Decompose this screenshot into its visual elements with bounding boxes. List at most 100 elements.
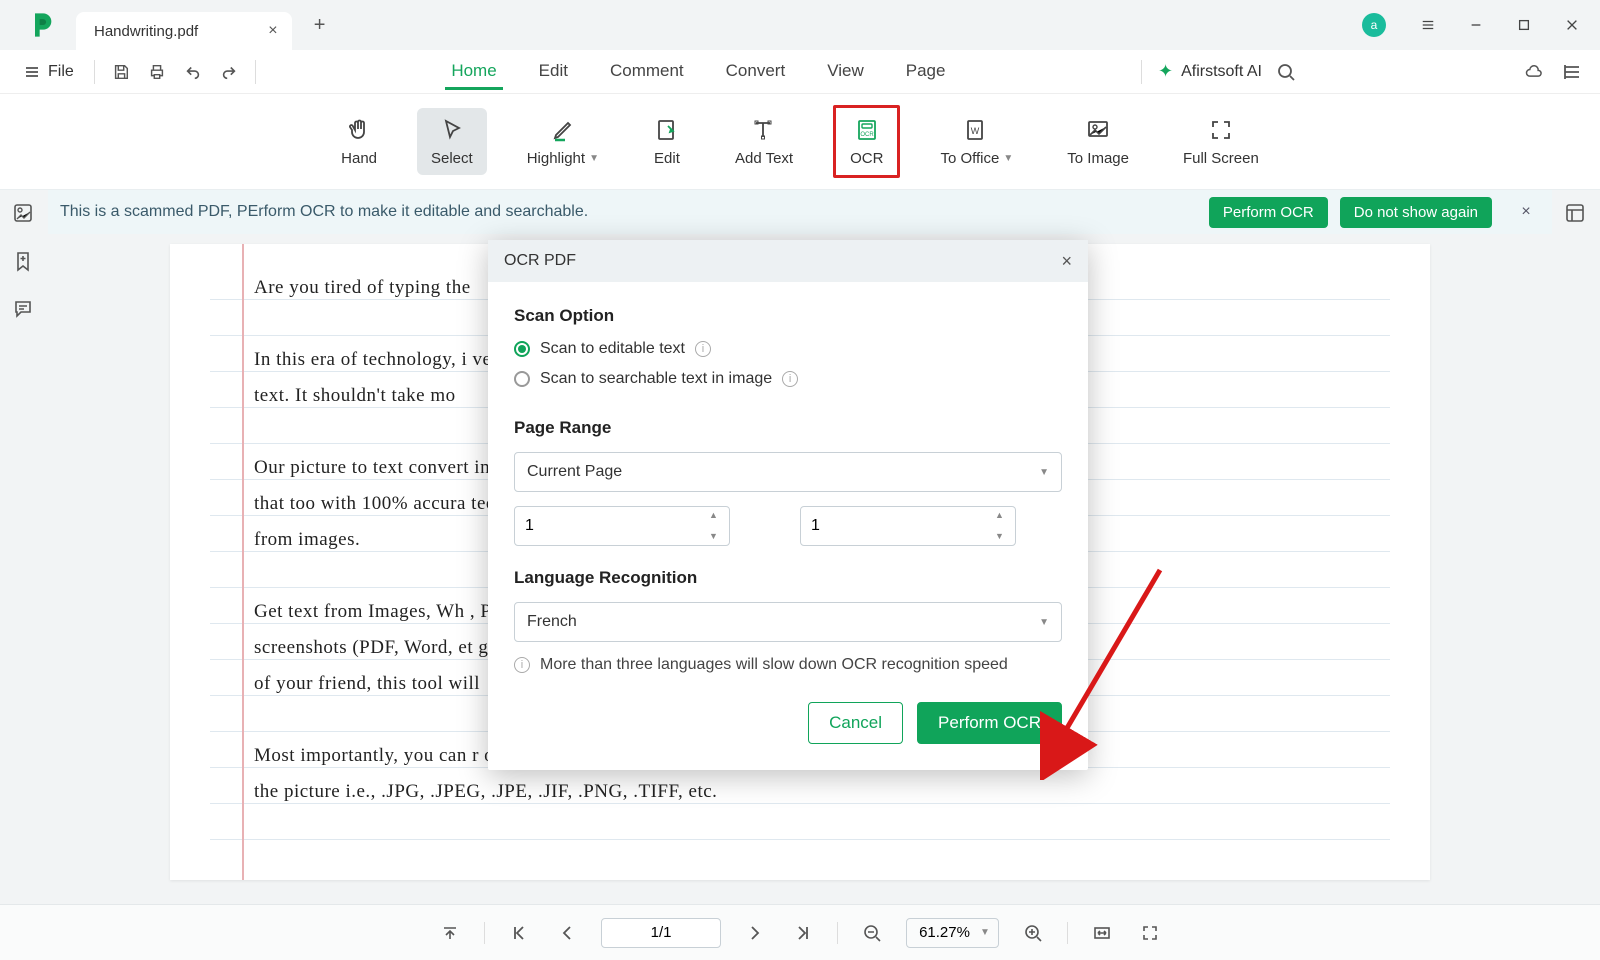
page-number-input[interactable] [601,918,721,948]
ai-button[interactable]: ✦ Afirstsoft AI [1158,61,1262,82]
menu-comment[interactable]: Comment [604,53,690,90]
save-button[interactable] [105,56,137,88]
dialog-header: OCR PDF × [488,240,1088,282]
tool-edit[interactable]: Edit [639,108,695,175]
range-from-spinner[interactable]: ▲▼ [514,506,730,546]
statusbar: 61.27%▼ [0,904,1600,960]
svg-text:W: W [971,126,980,136]
hamburger-menu-button[interactable] [1404,9,1452,41]
panel-toggle-button[interactable] [1558,58,1586,86]
spin-up-icon[interactable]: ▲ [709,511,723,520]
next-page-icon[interactable] [741,919,769,947]
print-button[interactable] [141,56,173,88]
spin-down-icon[interactable]: ▼ [995,532,1009,541]
range-to-input[interactable] [811,517,1005,535]
cursor-icon [438,116,466,144]
ocr-dialog: OCR PDF × Scan Option Scan to editable t… [488,240,1088,770]
info-icon: i [514,657,530,673]
language-hint: i More than three languages will slow do… [514,656,1062,674]
maximize-button[interactable] [1500,9,1548,41]
notice-text: This is a scammed PDF, PErform OCR to ma… [60,203,1197,221]
scan-editable-label: Scan to editable text [540,340,685,358]
radio-unchecked-icon [514,371,530,387]
tool-label: Highlight▼ [527,150,599,167]
cloud-button[interactable] [1520,58,1548,86]
close-window-button[interactable] [1548,9,1596,41]
user-avatar[interactable]: a [1362,13,1386,37]
scroll-top-icon[interactable] [436,919,464,947]
spin-up-icon[interactable]: ▲ [995,511,1009,520]
undo-button[interactable] [177,56,209,88]
tool-full-screen[interactable]: Full Screen [1169,108,1273,175]
fit-page-icon[interactable] [1136,919,1164,947]
range-from-input[interactable] [525,517,719,535]
notice-perform-ocr-button[interactable]: Perform OCR [1209,197,1328,228]
file-menu[interactable]: File [14,57,84,87]
notice-close-icon[interactable]: × [1512,198,1540,226]
tool-label: Edit [654,150,680,167]
zoom-value: 61.27% [919,924,970,941]
search-button[interactable] [1272,58,1300,86]
zoom-in-icon[interactable] [1019,919,1047,947]
tool-label: Add Text [735,150,793,167]
zoom-select[interactable]: 61.27%▼ [906,918,999,948]
tool-select[interactable]: Select [417,108,487,175]
last-page-icon[interactable] [789,919,817,947]
tool-to-image[interactable]: To Image [1053,108,1143,175]
tool-label: OCR [850,150,883,167]
menu-page[interactable]: Page [900,53,952,90]
svg-text:OCR: OCR [860,132,874,138]
perform-ocr-button[interactable]: Perform OCR [917,702,1062,744]
language-value: French [527,613,577,631]
info-icon[interactable]: i [695,341,711,357]
app-logo [22,5,62,45]
first-page-icon[interactable] [505,919,533,947]
info-icon[interactable]: i [782,371,798,387]
scan-searchable-label: Scan to searchable text in image [540,370,772,388]
menu-home[interactable]: Home [445,53,502,90]
tool-to-office[interactable]: WTo Office▼ [926,108,1027,175]
thumbnails-icon[interactable] [12,202,36,226]
ocr-icon: OCR [853,116,881,144]
scan-option-title: Scan Option [514,306,1062,326]
prev-page-icon[interactable] [553,919,581,947]
redo-button[interactable] [213,56,245,88]
dialog-title: OCR PDF [504,252,576,270]
tool-add-text[interactable]: Add Text [721,108,807,175]
page-range-title: Page Range [514,418,1062,438]
zoom-out-icon[interactable] [858,919,886,947]
chevron-down-icon: ▼ [1039,617,1049,628]
margin-line [242,244,244,880]
menubar: File Home Edit Comment Convert View Page ✦ Af… [0,50,1600,94]
range-to-spinner[interactable]: ▲▼ [800,506,1016,546]
properties-panel-icon[interactable] [1564,202,1588,226]
document-text-line [210,804,1390,840]
minimize-button[interactable] [1452,9,1500,41]
tool-hand[interactable]: Hand [327,108,391,175]
tool-ocr[interactable]: OCR OCR [833,105,900,178]
tool-label: Select [431,150,473,167]
menu-convert[interactable]: Convert [720,53,792,90]
tool-label: Hand [341,150,377,167]
menu-edit[interactable]: Edit [533,53,574,90]
language-select[interactable]: French ▼ [514,602,1062,642]
scan-searchable-radio[interactable]: Scan to searchable text in image i [514,370,1062,388]
dialog-close-icon[interactable]: × [1061,251,1072,272]
document-tab[interactable]: Handwriting.pdf × [76,12,292,50]
menu-view[interactable]: View [821,53,870,90]
scan-editable-radio[interactable]: Scan to editable text i [514,340,1062,358]
comment-panel-icon[interactable] [12,298,36,322]
tool-highlight[interactable]: Highlight▼ [513,108,613,175]
bookmark-icon[interactable] [12,250,36,274]
fit-width-icon[interactable] [1088,919,1116,947]
new-tab-button[interactable]: + [308,13,332,37]
notice-dismiss-button[interactable]: Do not show again [1340,197,1492,228]
left-rail [0,190,48,904]
addtext-icon [750,116,778,144]
spin-down-icon[interactable]: ▼ [709,532,723,541]
titlebar: Handwriting.pdf × + a [0,0,1600,50]
page-range-select[interactable]: Current Page ▼ [514,452,1062,492]
cancel-button[interactable]: Cancel [808,702,903,744]
tab-close-icon[interactable]: × [268,22,277,40]
tooffice-icon: W [963,116,991,144]
